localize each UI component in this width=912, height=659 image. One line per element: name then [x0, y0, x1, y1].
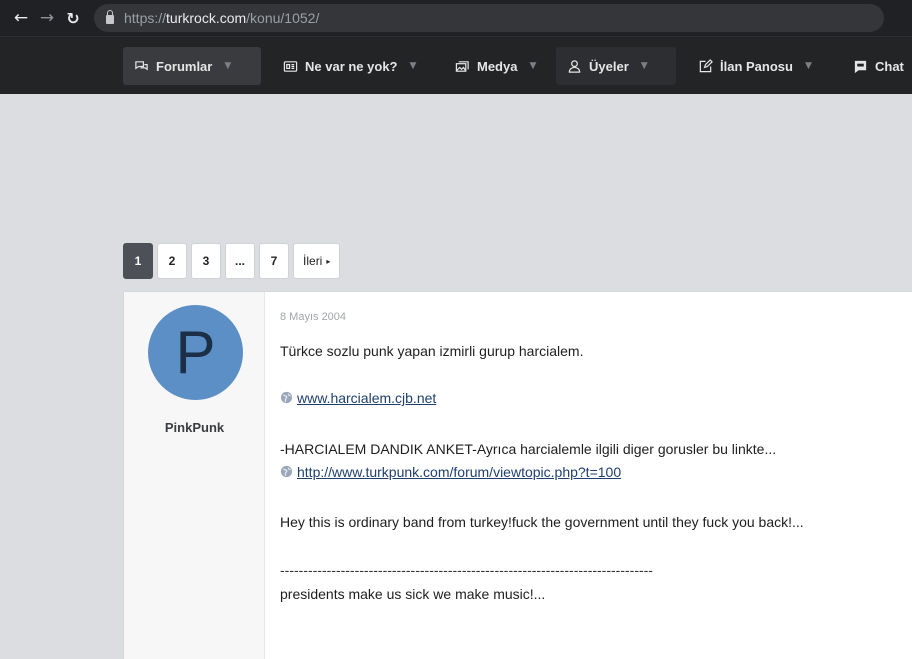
- images-icon: [454, 58, 470, 74]
- newspaper-icon: [282, 58, 298, 74]
- post-link-row: http://www.turkpunk.com/forum/viewtopic.…: [280, 464, 621, 480]
- pagination: 1 2 3 ... 7 İleri ▸: [123, 243, 341, 279]
- nav-label: İlan Panosu: [720, 58, 793, 74]
- post-user-pane: P PinkPunk: [124, 292, 265, 659]
- post-text-line: Hey this is ordinary band from turkey!fu…: [280, 514, 804, 530]
- post-link[interactable]: www.harcialem.cjb.net: [297, 390, 436, 406]
- globe-icon: [280, 465, 293, 478]
- page-7-button[interactable]: 7: [259, 243, 290, 279]
- post-link[interactable]: http://www.turkpunk.com/forum/viewtopic.…: [297, 464, 621, 480]
- chevron-down-icon[interactable]: ▼: [805, 61, 812, 71]
- nav-label: Üyeler: [589, 58, 629, 74]
- caret-right-icon: ▸: [326, 256, 331, 266]
- chat-bubbles-icon: [133, 58, 149, 74]
- nav-ne-var-ne-yok[interactable]: Ne var ne yok? ▼: [272, 47, 426, 85]
- post-link-row: www.harcialem.cjb.net: [280, 390, 436, 406]
- url-protocol: https://: [124, 10, 167, 26]
- next-page-label: İleri: [303, 254, 323, 268]
- nav-label: Medya: [477, 58, 518, 74]
- message-icon: [852, 58, 868, 74]
- post-text-line: Türkce sozlu punk yapan izmirli gurup ha…: [280, 343, 584, 359]
- page-ellipsis-button[interactable]: ...: [225, 243, 256, 279]
- url-path: /konu/1052/: [246, 10, 320, 26]
- chevron-down-icon[interactable]: ▼: [224, 61, 231, 71]
- user-icon: [566, 58, 582, 74]
- lock-icon: [106, 10, 114, 24]
- page-1-button[interactable]: 1: [123, 243, 153, 279]
- back-arrow-icon[interactable]: ←: [10, 7, 32, 29]
- chevron-down-icon[interactable]: ▼: [410, 61, 417, 71]
- nav-label: Chat: [875, 58, 904, 74]
- post-text-line: -HARCIALEM DANDIK ANKET-Ayrıca harcialem…: [280, 441, 777, 457]
- address-bar[interactable]: https://turkrock.com/konu/1052/: [94, 4, 884, 32]
- globe-icon: [280, 391, 293, 404]
- page-3-button[interactable]: 3: [191, 243, 221, 279]
- nav-label: Forumlar: [156, 58, 213, 74]
- post-date[interactable]: 8 Mayıs 2004: [280, 311, 346, 323]
- forward-arrow-icon[interactable]: →: [36, 7, 58, 29]
- nav-medya[interactable]: Medya ▼: [444, 47, 546, 85]
- chevron-down-icon[interactable]: ▼: [529, 61, 536, 71]
- browser-toolbar: ← → ↻ https://turkrock.com/konu/1052/: [0, 0, 912, 36]
- nav-ilan-panosu[interactable]: İlan Panosu ▼: [687, 47, 822, 85]
- page-2-button[interactable]: 2: [157, 243, 187, 279]
- username[interactable]: PinkPunk: [124, 420, 265, 435]
- nav-uyeler[interactable]: Üyeler ▼: [556, 47, 676, 85]
- nav-forumlar[interactable]: Forumlar ▼: [123, 47, 261, 85]
- reload-icon[interactable]: ↻: [62, 7, 84, 29]
- site-navigation: Forumlar ▼ Ne var ne yok? ▼ Medya ▼ Üyel…: [0, 36, 912, 94]
- nav-chat[interactable]: Chat: [842, 47, 912, 85]
- url-host: turkrock.com: [166, 10, 247, 26]
- post-divider-text: ----------------------------------------…: [280, 562, 653, 578]
- nav-label: Ne var ne yok?: [305, 58, 398, 74]
- avatar[interactable]: P: [148, 305, 243, 400]
- next-page-button[interactable]: İleri ▸: [293, 243, 341, 279]
- forum-post: P PinkPunk 8 Mayıs 2004 Türkce sozlu pun…: [123, 291, 912, 659]
- chevron-down-icon[interactable]: ▼: [641, 61, 648, 71]
- post-text-line: presidents make us sick we make music!..…: [280, 586, 546, 602]
- edit-icon: [697, 58, 713, 74]
